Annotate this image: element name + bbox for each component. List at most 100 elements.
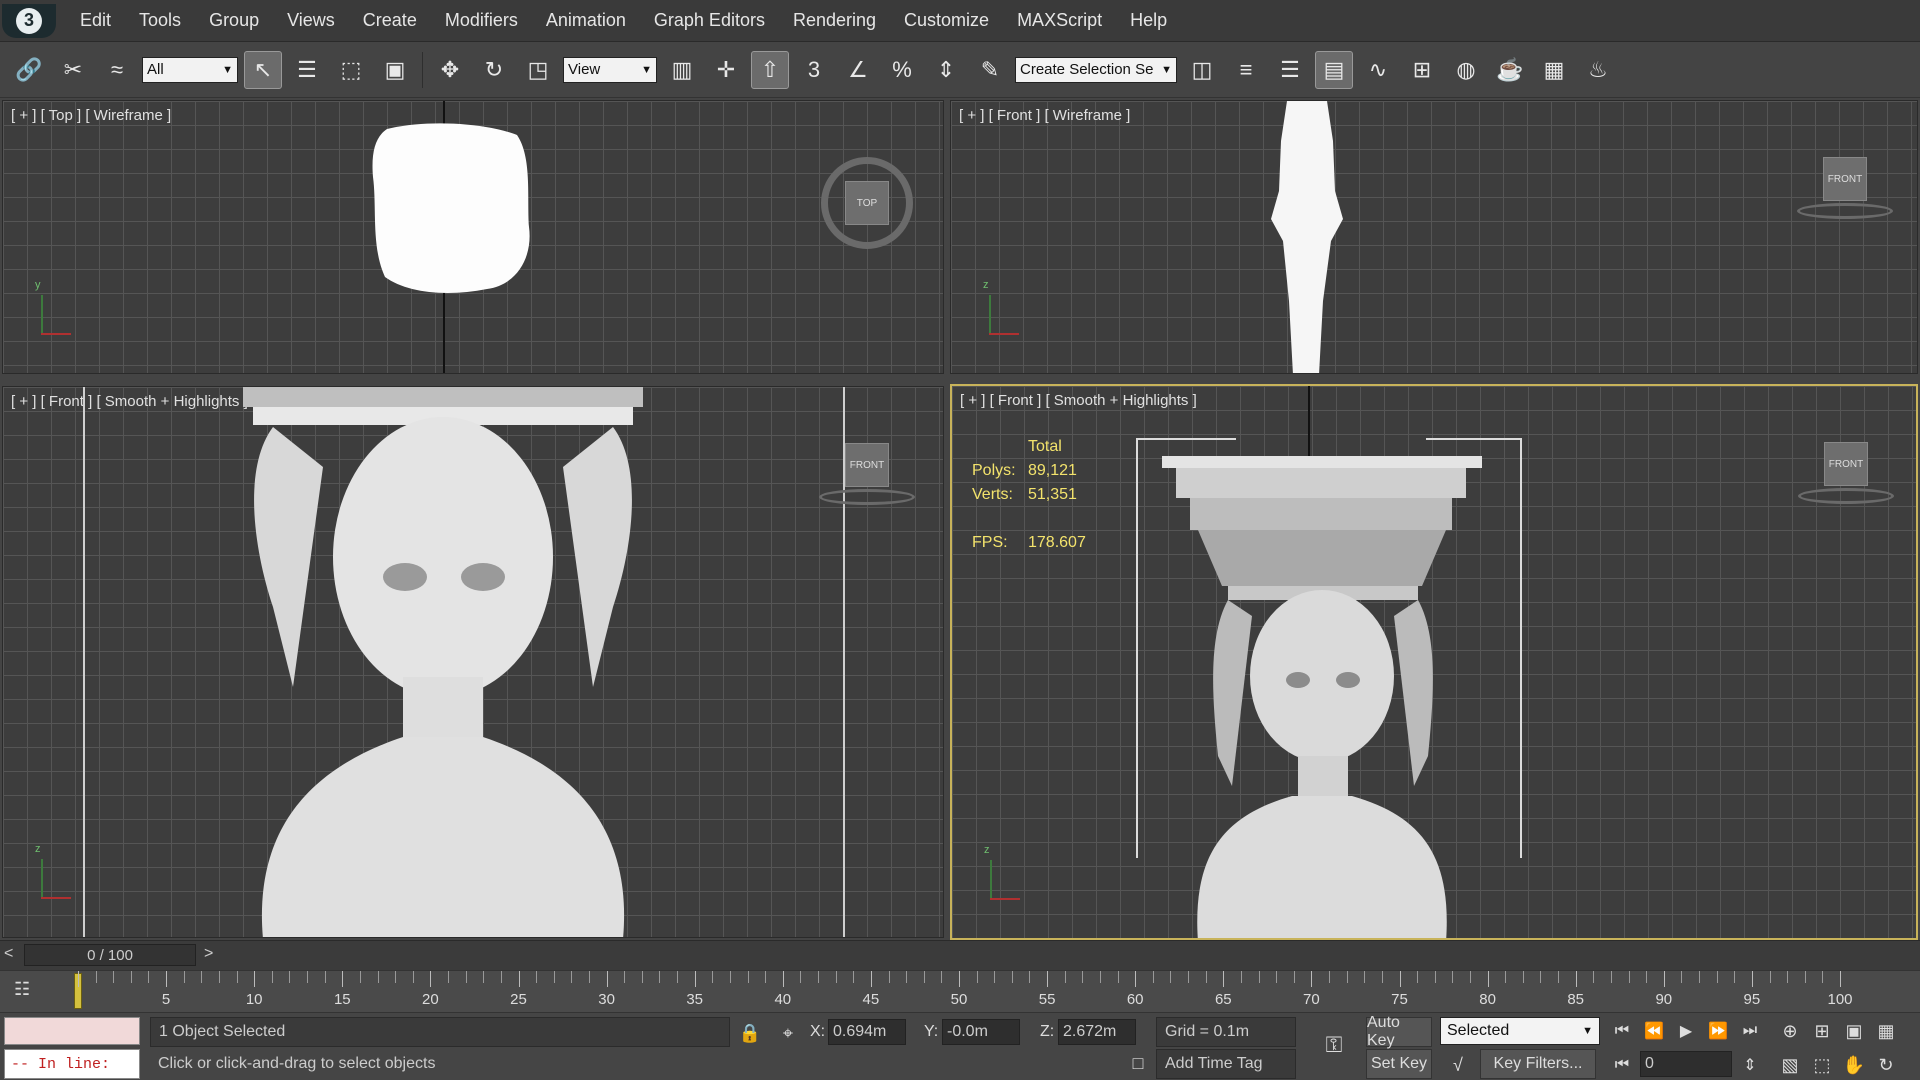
track-tick [1804, 971, 1806, 983]
auto-key-button[interactable]: Auto Key [1366, 1014, 1432, 1049]
set-key-button[interactable]: Set Key [1366, 1049, 1432, 1079]
select-object-icon[interactable]: ↖ [244, 50, 282, 89]
current-frame-field[interactable]: 0 [1640, 1051, 1732, 1077]
model-top-wireframe [372, 123, 530, 294]
layer-manager-icon[interactable]: ☰ [1271, 51, 1309, 89]
track-tick [359, 971, 361, 983]
spinner-snap-icon[interactable]: ⇕ [927, 51, 965, 89]
curve-editor-icon[interactable]: ∿ [1359, 51, 1397, 89]
named-selection-set-dropdown[interactable]: Create Selection Se ▼ [1015, 56, 1177, 83]
menu-rendering[interactable]: Rendering [779, 10, 890, 31]
app-logo-button[interactable]: 3 [2, 3, 56, 38]
render-setup-icon[interactable]: ☕ [1491, 51, 1529, 89]
menu-group[interactable]: Group [195, 10, 273, 31]
viewcube[interactable]: FRONT [845, 443, 889, 487]
render-production-icon[interactable]: ♨ [1579, 51, 1617, 89]
key-icon[interactable]: ⚿ [1316, 1031, 1352, 1059]
time-configuration-icon[interactable]: ⇕ [1736, 1051, 1764, 1079]
pivot-center-icon[interactable]: ▥ [663, 51, 701, 89]
track-tick [765, 971, 767, 983]
viewport-label[interactable]: [ + ] [ Front ] [ Smooth + Highlights ] [11, 393, 248, 410]
add-time-tag-button[interactable]: Add Time Tag [1156, 1049, 1296, 1079]
track-tick [1293, 971, 1295, 983]
maxscript-listener-input[interactable]: -- In line: [4, 1049, 140, 1079]
schematic-view-icon[interactable]: ⊞ [1403, 51, 1441, 89]
zoom-icon[interactable]: ⊕ [1776, 1017, 1804, 1045]
angle-snap-icon[interactable]: ∠ [839, 51, 877, 89]
viewport-top[interactable]: [ + ] [ Top ] [ Wireframe ] TOP y [2, 100, 944, 374]
play-icon[interactable]: ▶ [1672, 1017, 1700, 1045]
percent-snap-icon[interactable]: % [883, 51, 921, 89]
track-tick [553, 971, 555, 983]
reference-coordinate-value: View [568, 61, 601, 78]
key-mode-toggle-icon[interactable]: ⏮ [1608, 1051, 1636, 1079]
viewport-front-smooth-left[interactable]: [ + ] [ Front ] [ Smooth + Highlights ] … [2, 386, 944, 938]
bind-to-space-warp-icon[interactable]: ≈ [98, 51, 136, 89]
key-filters-button[interactable]: Key Filters... [1480, 1049, 1596, 1079]
viewcube[interactable]: FRONT [1824, 442, 1868, 486]
menu-tools[interactable]: Tools [125, 10, 195, 31]
go-to-start-icon[interactable]: ⏮ [1608, 1017, 1636, 1045]
viewport-label[interactable]: [ + ] [ Front ] [ Smooth + Highlights ] [960, 392, 1197, 409]
viewport-front-smooth-active[interactable]: [ + ] [ Front ] [ Smooth + Highlights ] … [950, 384, 1918, 940]
rendered-frame-window-icon[interactable]: ▦ [1535, 51, 1573, 89]
viewport-label[interactable]: [ + ] [ Front ] [ Wireframe ] [959, 107, 1130, 124]
time-tag-icon[interactable]: □ [1124, 1049, 1152, 1077]
align-icon[interactable]: ≡ [1227, 51, 1265, 89]
z-coord-field[interactable]: 2.672m [1058, 1019, 1136, 1045]
pan-view-icon[interactable]: ✋ [1840, 1051, 1868, 1079]
unlink-selection-icon[interactable]: ✂ [54, 51, 92, 89]
viewcube[interactable]: TOP [845, 181, 889, 225]
menu-create[interactable]: Create [349, 10, 431, 31]
previous-frame-icon[interactable]: ⏪ [1640, 1017, 1668, 1045]
lock-selection-icon[interactable]: 🔒 [736, 1019, 764, 1047]
menu-animation[interactable]: Animation [532, 10, 640, 31]
absolute-offset-mode-icon[interactable]: ⌖ [774, 1019, 802, 1047]
select-and-manipulate-icon[interactable]: ✛ [707, 51, 745, 89]
select-and-link-icon[interactable]: 🔗 [10, 51, 48, 89]
zoom-extents-all-icon[interactable]: ▦ [1872, 1017, 1900, 1045]
scene-explorer-icon[interactable]: ▤ [1315, 50, 1353, 89]
open-mini-curve-editor-icon[interactable]: ☷ [14, 979, 42, 1005]
y-coord-field[interactable]: -0.0m [942, 1019, 1020, 1045]
menu-modifiers[interactable]: Modifiers [431, 10, 532, 31]
menu-graph-editors[interactable]: Graph Editors [640, 10, 779, 31]
menu-edit[interactable]: Edit [66, 10, 125, 31]
menu-maxscript[interactable]: MAXScript [1003, 10, 1116, 31]
zoom-extents-icon[interactable]: ▣ [1840, 1017, 1868, 1045]
menu-help[interactable]: Help [1116, 10, 1181, 31]
select-and-scale-icon[interactable]: ◳ [519, 51, 557, 89]
menu-views[interactable]: Views [273, 10, 349, 31]
time-slider-next-button[interactable]: > [204, 945, 213, 963]
menu-customize[interactable]: Customize [890, 10, 1003, 31]
edit-named-selection-icon[interactable]: ✎ [971, 51, 1009, 89]
snaps-toggle-icon[interactable]: 3 [795, 51, 833, 89]
select-by-name-icon[interactable]: ☰ [288, 51, 326, 89]
selection-filter-dropdown[interactable]: All ▼ [142, 56, 238, 83]
viewport-front-wireframe[interactable]: [ + ] [ Front ] [ Wireframe ] FRONT z [950, 100, 1918, 374]
key-mode-dropdown[interactable]: Selected ▼ [1440, 1017, 1600, 1045]
field-of-view-icon[interactable]: ▧ [1776, 1051, 1804, 1079]
time-slider-thumb[interactable]: 0 / 100 [24, 944, 196, 966]
mirror-icon[interactable]: ◫ [1183, 51, 1221, 89]
go-to-end-icon[interactable]: ⏭ [1736, 1017, 1764, 1045]
track-bar[interactable]: ☷ 5 10 15 20 25 30 35 40 45 50 55 60 65 70 75 80 85 90 95 1… [0, 970, 1920, 1012]
select-and-rotate-icon[interactable]: ↻ [475, 51, 513, 89]
time-slider-prev-button[interactable]: < [4, 945, 13, 963]
material-editor-icon[interactable]: ◍ [1447, 51, 1485, 89]
viewcube[interactable]: FRONT [1823, 157, 1867, 201]
zoom-all-icon[interactable]: ⊞ [1808, 1017, 1836, 1045]
maxscript-listener-output[interactable] [4, 1017, 140, 1045]
reference-coordinate-dropdown[interactable]: View ▼ [563, 56, 657, 83]
track-tick [1099, 971, 1101, 983]
next-frame-icon[interactable]: ⏩ [1704, 1017, 1732, 1045]
keyboard-shortcut-override-icon[interactable]: ⇧ [751, 50, 789, 89]
window-crossing-icon[interactable]: ▣ [376, 51, 414, 89]
rectangular-selection-icon[interactable]: ⬚ [332, 51, 370, 89]
viewport-label[interactable]: [ + ] [ Top ] [ Wireframe ] [11, 107, 171, 124]
x-coord-field[interactable]: 0.694m [828, 1019, 906, 1045]
zoom-region-icon[interactable]: ⬚ [1808, 1051, 1836, 1079]
set-keys-icon[interactable]: √ [1444, 1051, 1472, 1079]
select-and-move-icon[interactable]: ✥ [431, 51, 469, 89]
orbit-icon[interactable]: ↻ [1872, 1051, 1900, 1079]
